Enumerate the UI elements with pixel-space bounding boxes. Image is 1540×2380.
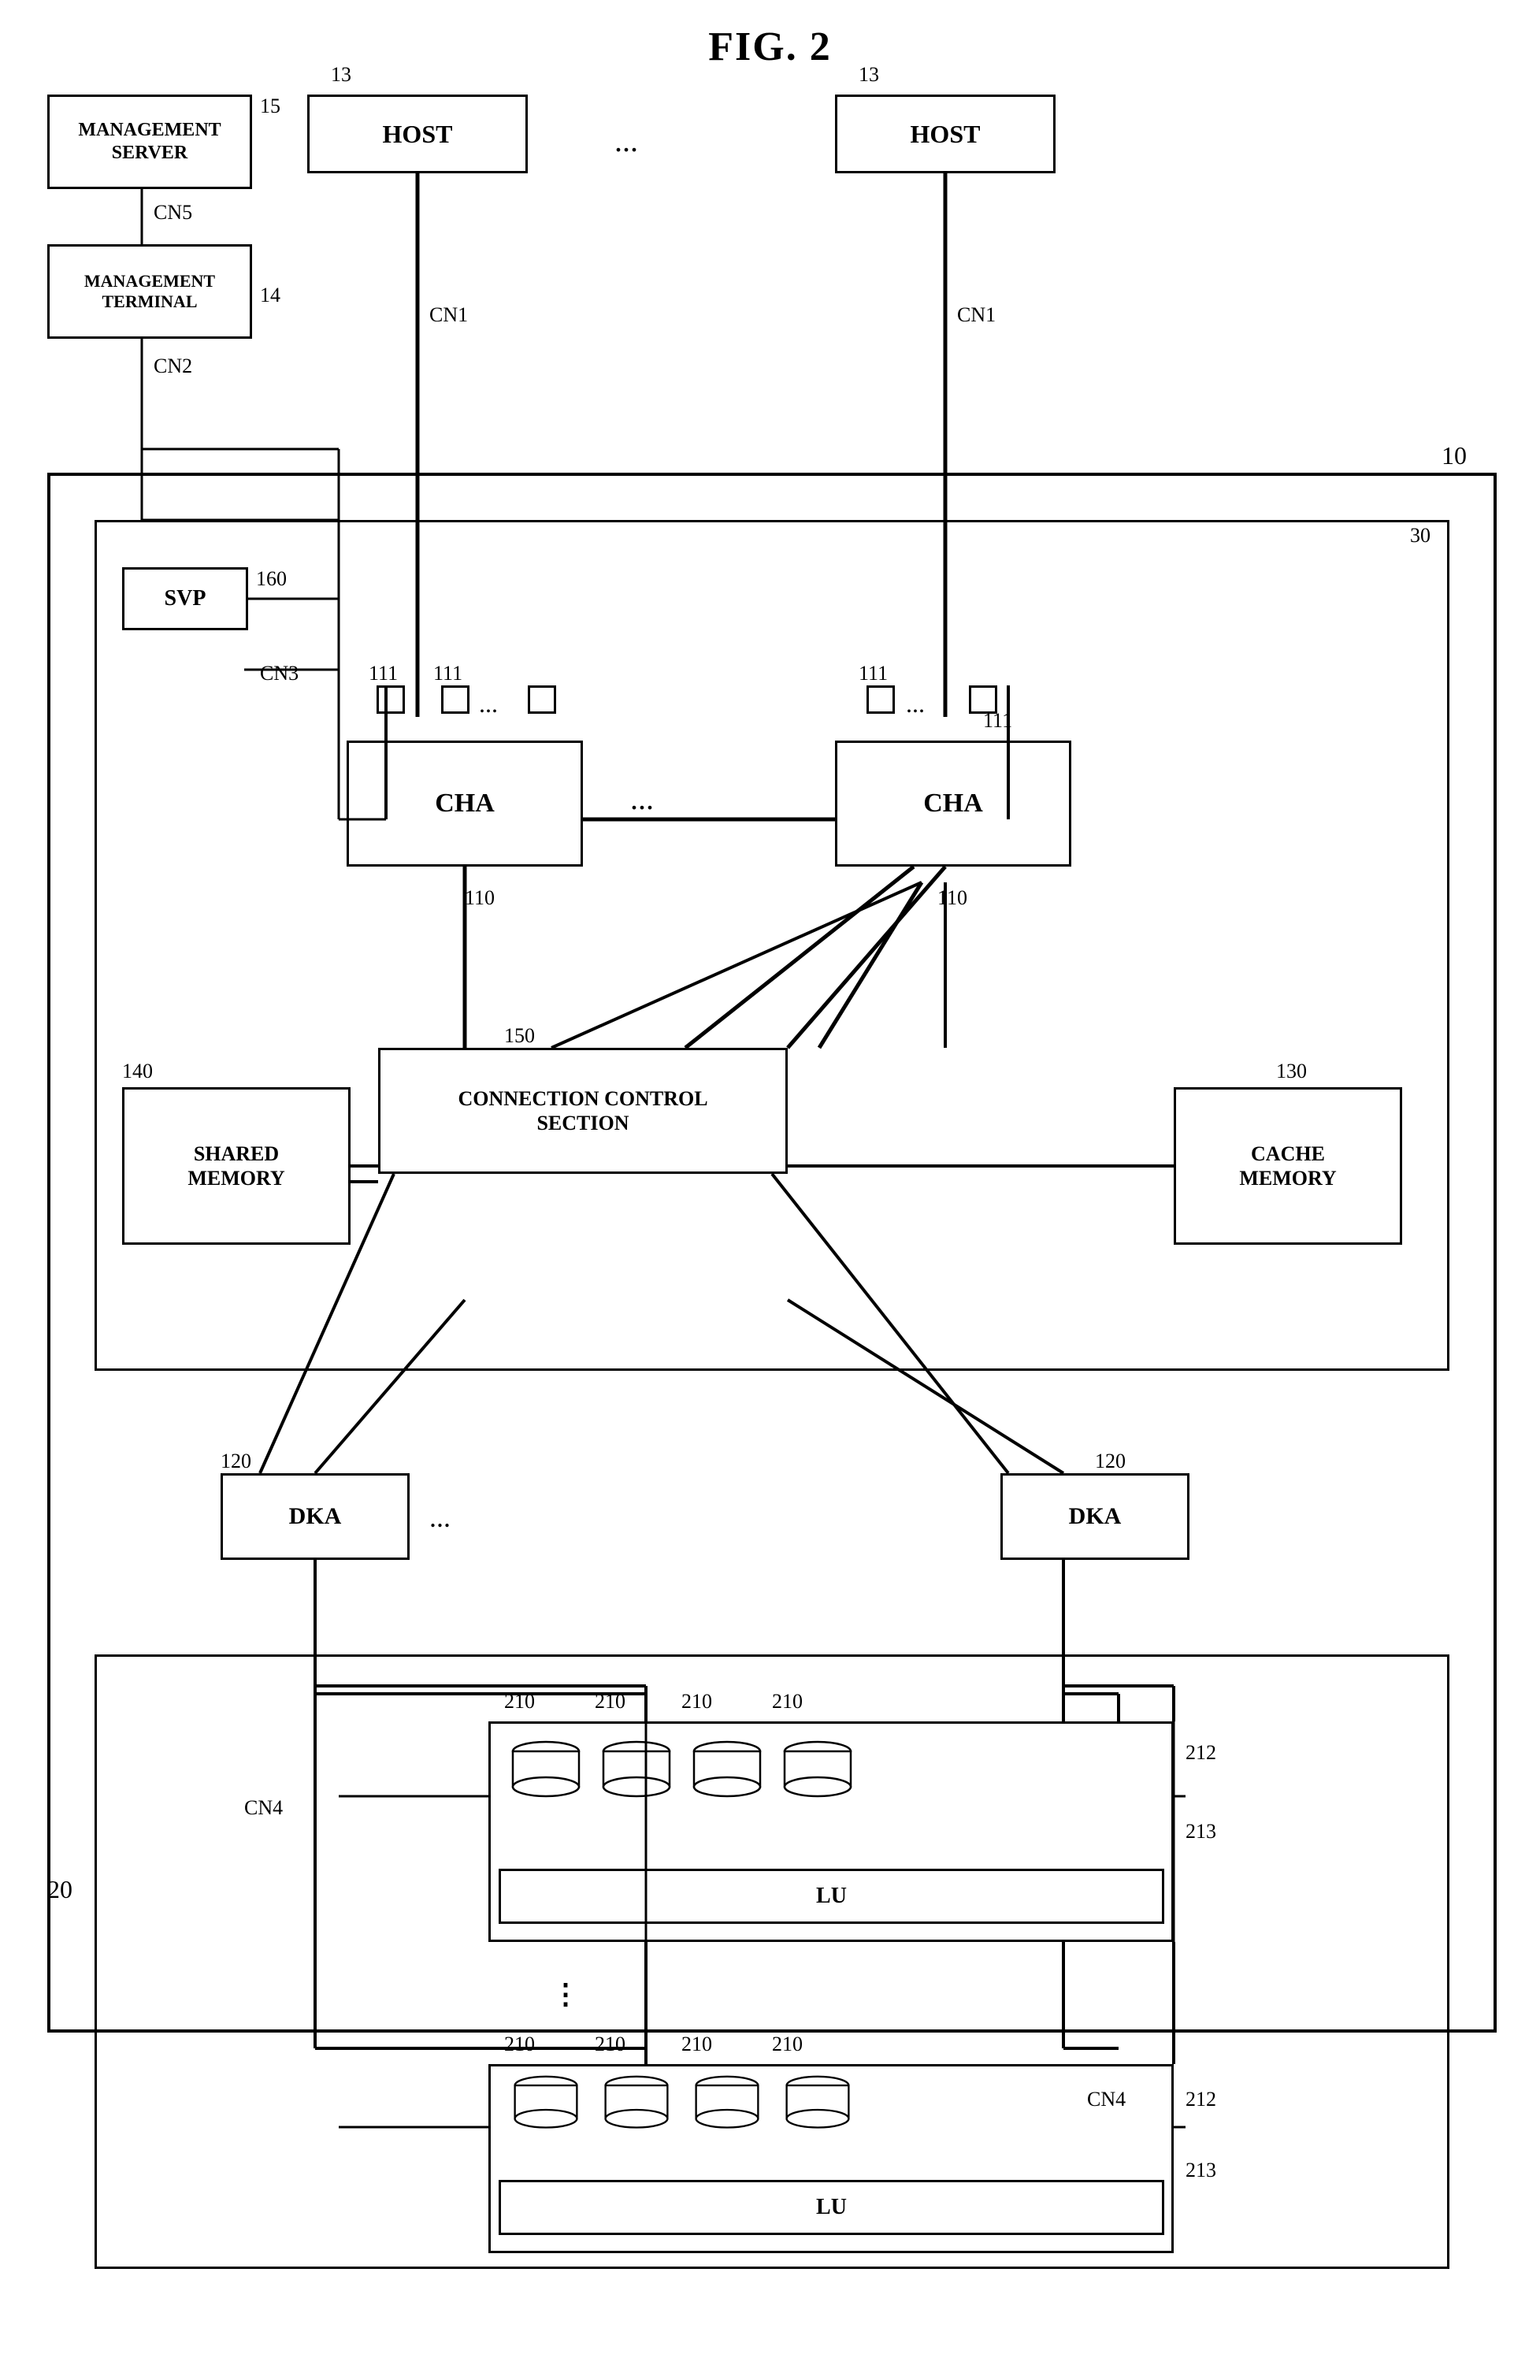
ref-10: 10 (1442, 441, 1467, 470)
dots-cha: ... (630, 780, 654, 817)
disk-5 (507, 2074, 585, 2133)
ref-210e: 210 (504, 2033, 535, 2056)
ref-20: 20 (47, 1875, 72, 1904)
cn5-label: CN5 (154, 201, 192, 225)
ref-210f: 210 (595, 2033, 625, 2056)
ref-13b: 13 (859, 63, 879, 87)
ref-210h: 210 (772, 2033, 803, 2056)
ref-111c: 111 (859, 662, 888, 685)
lu-bar-1: LU (499, 1869, 1164, 1924)
svp-box: SVP (122, 567, 248, 630)
ref-110a: 110 (465, 886, 495, 910)
ref-111d: 111 (983, 709, 1012, 733)
cha1-box: CHA (347, 741, 583, 867)
ref-210b: 210 (595, 1690, 625, 1714)
ref-30: 30 (1410, 524, 1431, 548)
dots-disks: ⋮ (551, 1977, 580, 2011)
ref-210c: 210 (681, 1690, 712, 1714)
dots-ports1: ... (479, 689, 498, 718)
cn4a-label: CN4 (244, 1796, 283, 1820)
ref-213b: 213 (1186, 2159, 1216, 2182)
cn3-label: CN3 (260, 662, 299, 685)
ref-210d: 210 (772, 1690, 803, 1714)
ref-111b: 111 (433, 662, 462, 685)
diagram: FIG. 2 MANAGEMENT SERVER 15 MANAGEMENT T… (0, 0, 1540, 2380)
disk-7 (688, 2074, 766, 2133)
shared-memory-box: SHARED MEMORY (122, 1087, 351, 1245)
cache-memory-box: CACHE MEMORY (1174, 1087, 1402, 1245)
cn1a-label: CN1 (429, 303, 468, 327)
ref-210a: 210 (504, 1690, 535, 1714)
host1-box: HOST (307, 95, 528, 173)
ref-14: 14 (260, 284, 280, 307)
cn2-label: CN2 (154, 355, 192, 378)
management-terminal-box: MANAGEMENT TERMINAL (47, 244, 252, 339)
disk-3 (688, 1740, 766, 1803)
ref-140: 140 (122, 1060, 153, 1083)
lu-bar-2: LU (499, 2180, 1164, 2235)
ref-213a: 213 (1186, 1820, 1216, 1843)
disk-enclosure-1: LU (488, 1721, 1174, 1942)
port-111b (441, 685, 469, 714)
disk-8 (778, 2074, 857, 2133)
ref-212b: 212 (1186, 2088, 1216, 2111)
dka1-box: DKA (221, 1473, 410, 1560)
ref-130: 130 (1276, 1060, 1307, 1083)
disk-4 (778, 1740, 857, 1803)
ref-15: 15 (260, 95, 280, 118)
disk-enclosure-2: LU (488, 2064, 1174, 2253)
figure-title: FIG. 2 (708, 24, 831, 70)
ref-150: 150 (504, 1024, 535, 1048)
connection-control-box: CONNECTION CONTROL SECTION (378, 1048, 788, 1174)
disk-6 (597, 2074, 676, 2133)
ref-160: 160 (256, 567, 287, 591)
ref-110b: 110 (937, 886, 967, 910)
cn1b-label: CN1 (957, 303, 996, 327)
ref-120a: 120 (221, 1450, 251, 1473)
host2-box: HOST (835, 95, 1056, 173)
port-111a (377, 685, 405, 714)
ref-212a: 212 (1186, 1741, 1216, 1765)
disk-1 (507, 1740, 585, 1803)
cn4b-label: CN4 (1087, 2088, 1126, 2111)
dots-ports2: ... (906, 689, 925, 718)
disk-2 (597, 1740, 676, 1803)
dots-dka: ... (429, 1501, 451, 1534)
ref-111a: 111 (369, 662, 398, 685)
port-111d (866, 685, 895, 714)
ref-120b: 120 (1095, 1450, 1126, 1473)
dots-hosts: ... (614, 122, 638, 159)
management-server-box: MANAGEMENT SERVER (47, 95, 252, 189)
dka2-box: DKA (1000, 1473, 1189, 1560)
ref-13a: 13 (331, 63, 351, 87)
port-111c (528, 685, 556, 714)
cha2-box: CHA (835, 741, 1071, 867)
ref-210g: 210 (681, 2033, 712, 2056)
